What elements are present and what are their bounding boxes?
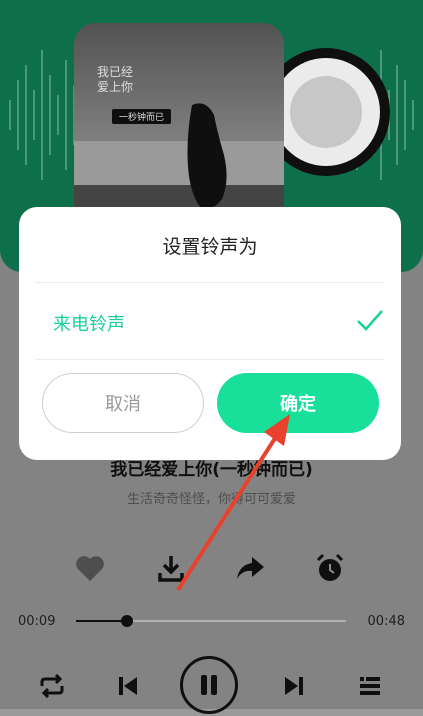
confirm-button[interactable]: 确定 — [217, 373, 379, 433]
ringtone-option[interactable]: 来电铃声 — [19, 283, 401, 359]
cancel-button[interactable]: 取消 — [42, 373, 204, 433]
ringtone-dialog: 设置铃声为 来电铃声 取消 确定 — [19, 207, 401, 460]
dialog-title: 设置铃声为 — [162, 236, 258, 258]
dialog-divider-bottom — [35, 359, 385, 360]
ringtone-option-label: 来电铃声 — [53, 314, 125, 335]
check-icon — [357, 310, 383, 331]
